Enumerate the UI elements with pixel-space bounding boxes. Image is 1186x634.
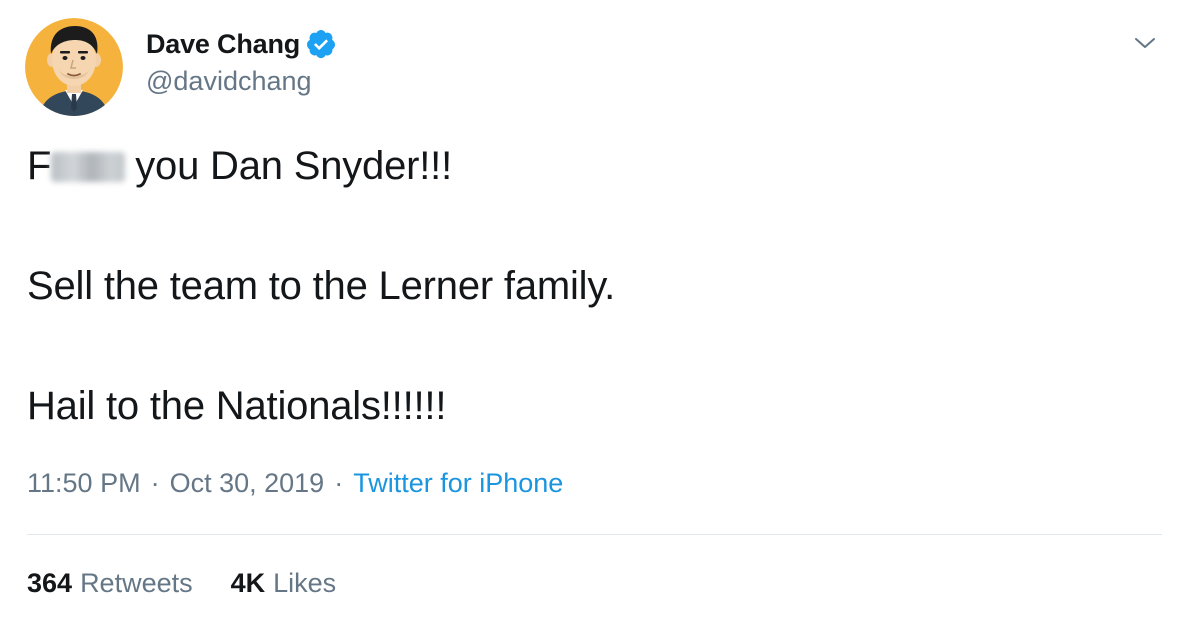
tweet-date[interactable]: Oct 30, 2019 <box>170 468 325 498</box>
separator-dot: · <box>150 468 160 498</box>
tweet-text-rest: you Dan Snyder!!! <box>135 144 453 188</box>
verified-badge-icon <box>307 30 336 59</box>
divider <box>27 534 1162 535</box>
tweet-stats: 364 Retweets 4K Likes <box>27 568 336 599</box>
tweet-text-prefix: F <box>27 144 52 188</box>
tweet-source-link[interactable]: Twitter for iPhone <box>353 468 563 498</box>
tweet-text-line-1: Fyou Dan Snyder!!! <box>27 144 452 189</box>
cartoon-avatar-icon <box>25 18 123 116</box>
user-handle[interactable]: @davidchang <box>146 66 312 97</box>
tweet-time[interactable]: 11:50 PM <box>27 468 141 498</box>
chevron-down-icon[interactable] <box>1130 28 1160 58</box>
likes-count: 4K <box>230 568 266 598</box>
retweets-stat[interactable]: 364 Retweets <box>27 568 193 599</box>
tweet-text-line-3: Hail to the Nationals!!!!!! <box>27 384 447 428</box>
profile-avatar[interactable] <box>25 18 123 116</box>
tweet-card: Dave Chang @davidchang Fyou Dan Snyder!!… <box>0 0 1186 634</box>
author-name-row[interactable]: Dave Chang <box>146 24 337 64</box>
likes-label: Likes <box>273 568 337 598</box>
censored-word-blur <box>51 152 126 182</box>
retweets-label: Retweets <box>80 568 193 598</box>
likes-stat[interactable]: 4K Likes <box>231 568 337 599</box>
display-name[interactable]: Dave Chang <box>146 29 300 60</box>
tweet-text-line-2: Sell the team to the Lerner family. <box>27 264 616 308</box>
retweets-count: 364 <box>27 568 73 598</box>
separator-dot: · <box>334 468 344 498</box>
tweet-metadata: 11:50 PM · Oct 30, 2019 · Twitter for iPhone <box>27 468 563 499</box>
